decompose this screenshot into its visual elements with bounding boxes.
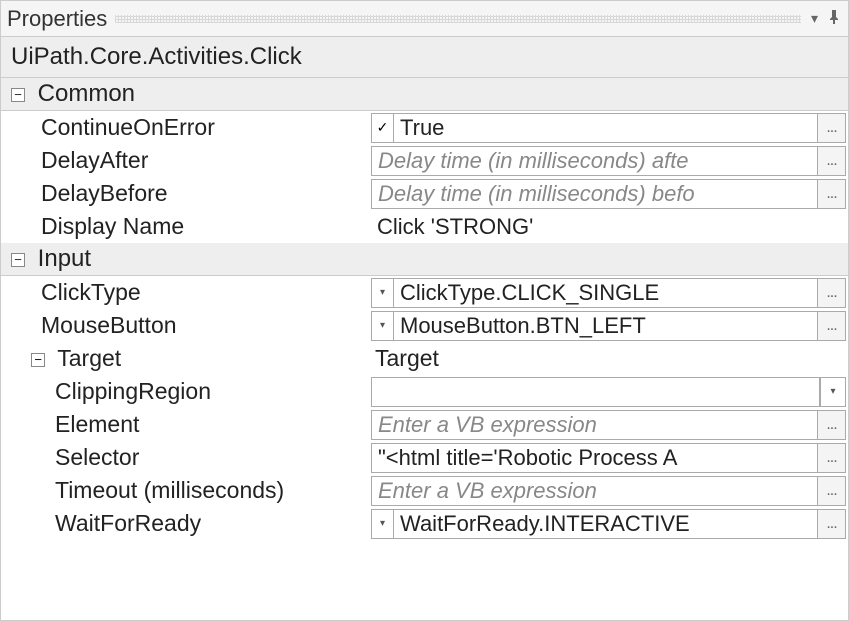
title-grip: [115, 15, 801, 23]
input-wait-for-ready[interactable]: WaitForReady.INTERACTIVE: [393, 509, 818, 539]
ellipsis-mouse-button[interactable]: ...: [818, 311, 846, 341]
ellipsis-timeout[interactable]: ...: [818, 476, 846, 506]
input-click-type[interactable]: ClickType.CLICK_SINGLE: [393, 278, 818, 308]
object-type-name: UiPath.Core.Activities.Click: [1, 37, 848, 78]
dropdown-clipping-region[interactable]: ▾: [820, 377, 846, 407]
label-click-type: ClickType: [41, 279, 141, 305]
category-common: Common: [38, 80, 135, 107]
input-mouse-button[interactable]: MouseButton.BTN_LEFT: [393, 311, 818, 341]
collapse-input[interactable]: −: [11, 253, 25, 267]
label-delay-before: DelayBefore: [41, 180, 168, 206]
label-continue-on-error: ContinueOnError: [41, 114, 215, 140]
dropdown-click-type[interactable]: ▾: [371, 278, 393, 308]
collapse-common[interactable]: −: [11, 88, 25, 102]
target-value: Target: [371, 345, 439, 371]
input-continue-on-error[interactable]: True: [393, 113, 818, 143]
panel-title: Properties: [7, 6, 115, 32]
ellipsis-click-type[interactable]: ...: [818, 278, 846, 308]
label-mouse-button: MouseButton: [41, 312, 177, 338]
label-delay-after: DelayAfter: [41, 147, 148, 173]
input-clipping-region[interactable]: [371, 377, 820, 407]
input-delay-before[interactable]: Delay time (in milliseconds) befo: [371, 179, 818, 209]
input-element[interactable]: Enter a VB expression: [371, 410, 818, 440]
category-target: Target: [57, 345, 121, 371]
ellipsis-selector[interactable]: ...: [818, 443, 846, 473]
dropdown-mouse-button[interactable]: ▾: [371, 311, 393, 341]
input-selector[interactable]: "<html title='Robotic Process A: [371, 443, 818, 473]
pin-icon[interactable]: [826, 10, 842, 27]
input-timeout[interactable]: Enter a VB expression: [371, 476, 818, 506]
category-input: Input: [38, 245, 91, 272]
dropdown-wait-for-ready[interactable]: ▾: [371, 509, 393, 539]
ellipsis-delay-after[interactable]: ...: [818, 146, 846, 176]
label-timeout: Timeout (milliseconds): [55, 477, 284, 503]
input-display-name[interactable]: Click 'STRONG': [371, 212, 846, 242]
input-delay-after[interactable]: Delay time (in milliseconds) afte: [371, 146, 818, 176]
label-wait-for-ready: WaitForReady: [55, 510, 201, 536]
label-clipping-region: ClippingRegion: [55, 378, 211, 404]
label-selector: Selector: [55, 444, 139, 470]
ellipsis-wait-for-ready[interactable]: ...: [818, 509, 846, 539]
dropdown-icon[interactable]: ▾: [809, 10, 820, 27]
ellipsis-element[interactable]: ...: [818, 410, 846, 440]
label-display-name: Display Name: [41, 213, 184, 239]
ellipsis-delay-before[interactable]: ...: [818, 179, 846, 209]
ellipsis-continue-on-error[interactable]: ...: [818, 113, 846, 143]
checkbox-continue-on-error[interactable]: ✓: [371, 113, 393, 143]
label-element: Element: [55, 411, 139, 437]
collapse-target[interactable]: −: [31, 353, 45, 367]
